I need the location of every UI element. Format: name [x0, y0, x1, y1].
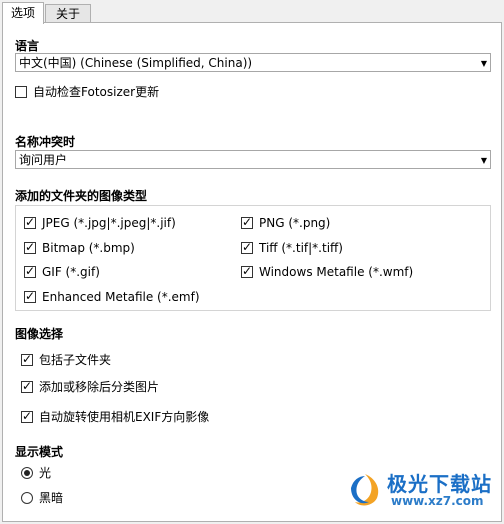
tab-about[interactable]: 关于	[45, 4, 91, 22]
check-icon: ✓	[25, 215, 36, 229]
type-wmf-checkbox[interactable]: ✓ Windows Metafile (*.wmf)	[241, 264, 414, 279]
chevron-down-icon: ▼	[480, 156, 487, 165]
image-selection-label: 图像选择	[15, 327, 64, 341]
mode-dark-radio[interactable]: 黑暗	[21, 489, 63, 506]
type-gif-checkbox[interactable]: ✓ GIF (*.gif)	[24, 264, 100, 279]
include-subfolders-label: 包括子文件夹	[39, 353, 112, 367]
tab-options[interactable]: 选项	[2, 2, 44, 24]
auto-rotate-exif-checkbox[interactable]: ✓ 自动旋转使用相机EXIF方向影像	[21, 408, 209, 425]
image-types-group: ✓ JPEG (*.jpg|*.jpeg|*.jif) ✓ PNG (*.png…	[15, 205, 491, 311]
language-label: 语言	[15, 39, 40, 53]
type-gif-label: GIF (*.gif)	[42, 265, 100, 279]
mode-light-radio[interactable]: 光	[21, 464, 51, 481]
check-icon: ✓	[22, 408, 33, 423]
conflict-selected: 询问用户	[19, 153, 68, 167]
mode-dark-label: 黑暗	[39, 491, 64, 505]
check-icon: ✓	[25, 240, 36, 254]
checkbox-box	[15, 85, 27, 98]
check-icon: ✓	[242, 240, 253, 254]
image-types-label: 添加的文件夹的图像类型	[15, 189, 148, 203]
type-bmp-checkbox[interactable]: ✓ Bitmap (*.bmp)	[24, 240, 135, 255]
type-jpeg-label: JPEG (*.jpg|*.jpeg|*.jif)	[42, 216, 176, 230]
conflict-dropdown[interactable]: 询问用户 ▼	[15, 150, 491, 169]
type-png-checkbox[interactable]: ✓ PNG (*.png)	[241, 215, 331, 230]
watermark-text: 极光下载站	[387, 472, 492, 496]
auto-update-checkbox[interactable]: 自动检查Fotosizer更新	[15, 83, 159, 100]
mode-light-label: 光	[39, 466, 52, 480]
sort-after-add-label: 添加或移除后分类图片	[39, 380, 160, 394]
check-icon: ✓	[242, 264, 253, 278]
site-watermark: 极光下载站 www.xz7.com	[345, 466, 495, 514]
chevron-down-icon: ▼	[480, 59, 487, 68]
check-icon: ✓	[22, 351, 33, 366]
type-jpeg-checkbox[interactable]: ✓ JPEG (*.jpg|*.jpeg|*.jif)	[24, 215, 176, 230]
type-png-label: PNG (*.png)	[259, 216, 331, 230]
auto-rotate-exif-label: 自动旋转使用相机EXIF方向影像	[39, 410, 210, 424]
language-dropdown[interactable]: 中文(中国) (Chinese (Simplified, China)) ▼	[15, 53, 491, 72]
type-tiff-label: Tiff (*.tif|*.tiff)	[259, 241, 343, 255]
language-selected: 中文(中国) (Chinese (Simplified, China))	[19, 56, 253, 70]
radio-selected-dot	[24, 469, 30, 476]
watermark-url: www.xz7.com	[391, 494, 484, 508]
check-icon: ✓	[25, 289, 36, 303]
sort-after-add-checkbox[interactable]: ✓ 添加或移除后分类图片	[21, 378, 159, 395]
auto-update-label: 自动检查Fotosizer更新	[33, 85, 160, 99]
options-panel: 语言 中文(中国) (Chinese (Simplified, China)) …	[2, 22, 502, 522]
type-emf-checkbox[interactable]: ✓ Enhanced Metafile (*.emf)	[24, 289, 200, 304]
type-emf-label: Enhanced Metafile (*.emf)	[42, 290, 200, 304]
check-icon: ✓	[25, 264, 36, 278]
check-icon: ✓	[242, 215, 253, 229]
type-bmp-label: Bitmap (*.bmp)	[42, 241, 135, 255]
check-icon: ✓	[22, 378, 33, 393]
type-wmf-label: Windows Metafile (*.wmf)	[259, 265, 414, 279]
watermark-logo-icon	[351, 474, 379, 506]
type-tiff-checkbox[interactable]: ✓ Tiff (*.tif|*.tiff)	[241, 240, 343, 255]
conflict-label: 名称冲突时	[15, 135, 76, 149]
include-subfolders-checkbox[interactable]: ✓ 包括子文件夹	[21, 351, 111, 368]
display-mode-label: 显示模式	[15, 445, 64, 459]
